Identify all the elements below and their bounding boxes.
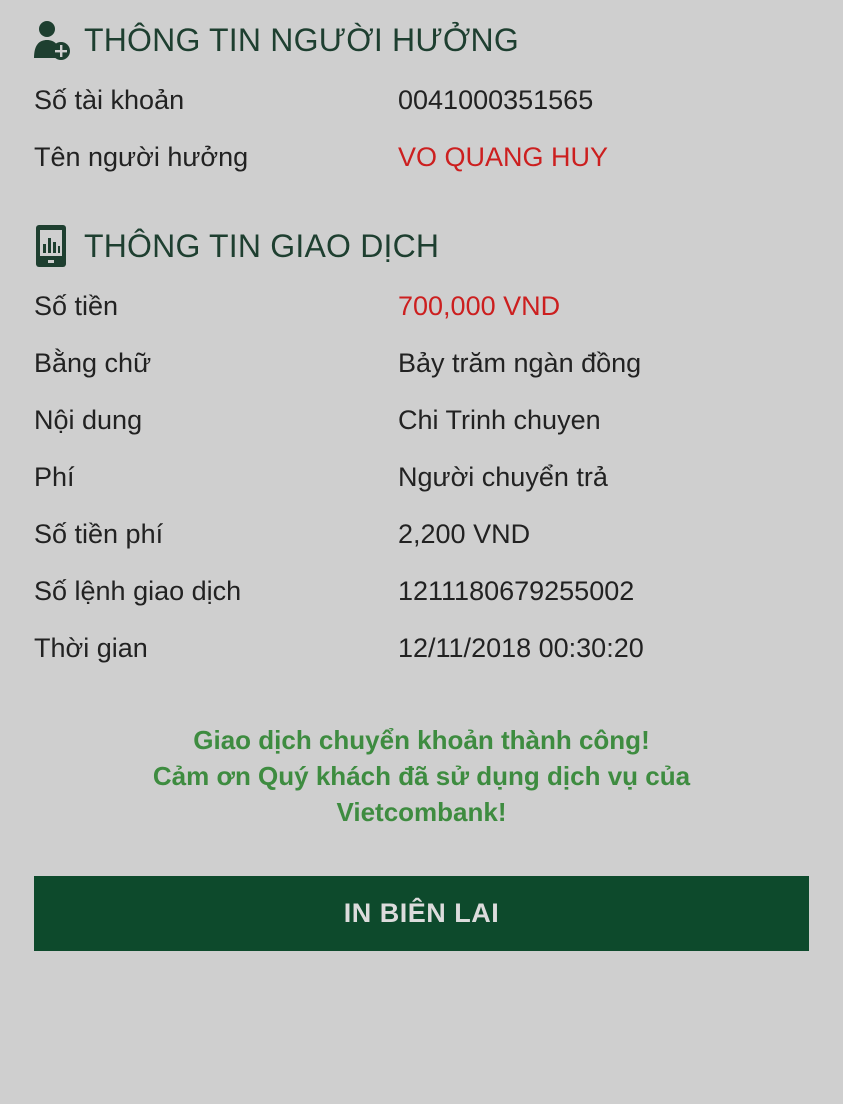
beneficiary-name-row: Tên người hưởng VO QUANG HUY (34, 137, 814, 177)
time-value: 12/11/2018 00:30:20 (398, 633, 644, 663)
transaction-section-header: THÔNG TIN GIAO DỊCH (32, 224, 439, 268)
transaction-number-label: Số lệnh giao dịch (34, 576, 242, 606)
amount-in-words-row: Bằng chữ Bảy trăm ngàn đồng (34, 343, 814, 383)
amount-row: Số tiền 700,000 VND (34, 286, 814, 326)
fee-amount-value: 2,200 VND (398, 519, 531, 549)
transaction-number-value: 1211180679255002 (398, 576, 635, 606)
amount-label: Số tiền (34, 291, 119, 321)
success-message-line-3: Vietcombank! (336, 797, 507, 827)
transaction-number-row: Số lệnh giao dịch 1211180679255002 (34, 571, 814, 611)
amount-in-words-label: Bằng chữ (34, 348, 152, 378)
account-number-value: 0041000351565 (398, 85, 594, 115)
fee-label: Phí (34, 462, 75, 492)
amount-value: 700,000 VND (398, 291, 561, 321)
account-number-row: Số tài khoản 0041000351565 (34, 80, 814, 120)
fee-value: Người chuyển trả (398, 462, 608, 492)
success-message: Giao dịch chuyển khoản thành công! Cảm ơ… (0, 722, 843, 830)
account-number-label: Số tài khoản (34, 85, 185, 115)
amount-in-words-value: Bảy trăm ngàn đồng (398, 348, 642, 378)
content-value: Chi Trinh chuyen (398, 405, 601, 435)
success-message-line-2: Cảm ơn Quý khách đã sử dụng dịch vụ của (152, 761, 691, 791)
section-title-transaction: THÔNG TIN GIAO DỊCH (84, 227, 440, 264)
beneficiary-name-label: Tên người hưởng (34, 142, 249, 172)
content-row: Nội dung Chi Trinh chuyen (34, 400, 814, 440)
beneficiary-name-value: VO QUANG HUY (398, 142, 609, 172)
section-title-beneficiary: THÔNG TIN NGƯỜI HƯỞNG (84, 21, 519, 58)
print-receipt-button[interactable]: IN BIÊN LAI (34, 876, 809, 951)
beneficiary-section-header: THÔNG TIN NGƯỜI HƯỞNG (32, 18, 519, 62)
chart-device-icon (32, 224, 72, 268)
time-row: Thời gian 12/11/2018 00:30:20 (34, 628, 814, 668)
fee-row: Phí Người chuyển trả (34, 457, 814, 497)
fee-amount-row: Số tiền phí 2,200 VND (34, 514, 814, 554)
person-add-icon (32, 18, 72, 62)
time-label: Thời gian (34, 633, 148, 663)
content-label: Nội dung (34, 405, 143, 435)
fee-amount-label: Số tiền phí (34, 519, 164, 549)
success-message-line-1: Giao dịch chuyển khoản thành công! (193, 725, 650, 755)
